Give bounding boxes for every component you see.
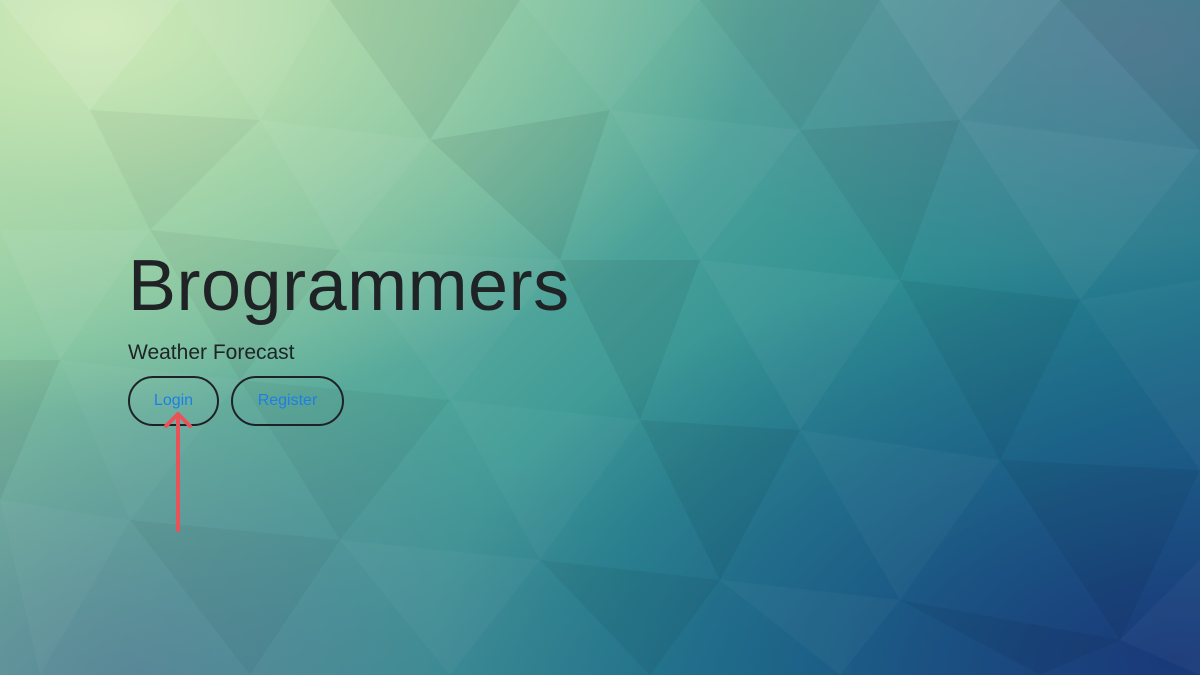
register-button[interactable]: Register — [231, 376, 344, 426]
arrow-up-icon — [164, 412, 192, 532]
hero-section: Brogrammers Weather Forecast Login Regis… — [128, 246, 570, 426]
page-subtitle: Weather Forecast — [128, 341, 295, 364]
auth-button-group: Login Register — [128, 376, 570, 426]
page-title: Brogrammers — [128, 246, 570, 326]
